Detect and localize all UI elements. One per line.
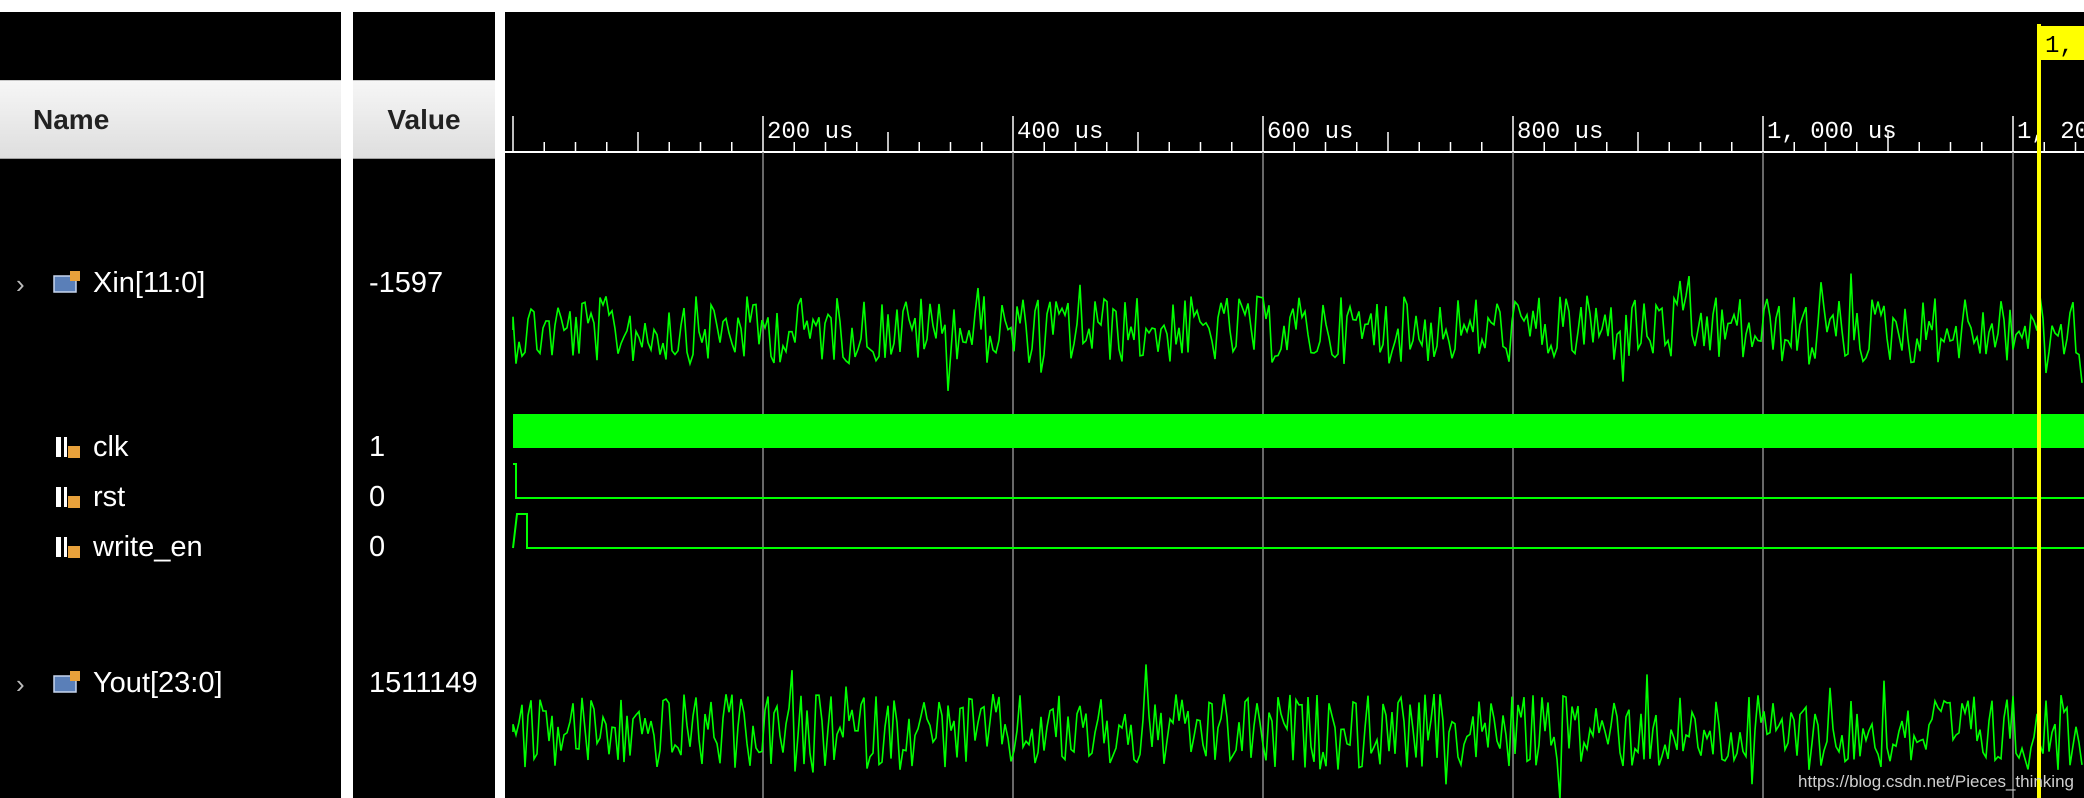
- expand-chevron-icon[interactable]: ›: [16, 266, 25, 302]
- waveform-xin[interactable]: [512, 273, 2083, 391]
- signal-value-rst: 0: [369, 481, 386, 513]
- cursor-label: 1,: [2045, 33, 2074, 60]
- time-label: 1, 200: [2017, 119, 2084, 146]
- signal-name-clk[interactable]: clk: [93, 429, 128, 465]
- watermark: https://blog.csdn.net/Pieces_thinking: [1798, 772, 2074, 791]
- top-strip: [0, 0, 2084, 12]
- signal-value-write-en: 0: [369, 531, 386, 563]
- signal-values-panel: Value -1597 1 0 0 1511149: [353, 12, 495, 798]
- signal-value-clk: 1: [369, 431, 386, 463]
- waveform-clk[interactable]: [513, 414, 2084, 448]
- time-label: 1, 000 us: [1767, 119, 1897, 146]
- bit-signal-icon: [56, 437, 80, 458]
- time-label: 800 us: [1517, 119, 1603, 146]
- signal-names-panel: Name › Xin[11:0] clk rst write_en › Yout…: [0, 12, 341, 798]
- waveform-rst[interactable]: [513, 463, 2084, 499]
- column-splitter[interactable]: [341, 12, 353, 798]
- signal-name-yout[interactable]: Yout[23:0]: [93, 665, 223, 701]
- value-column-header[interactable]: Value: [353, 80, 495, 159]
- signal-name-write-en[interactable]: write_en: [93, 529, 203, 565]
- bus-signal-icon: [53, 671, 80, 693]
- signal-value-yout: 1511149: [369, 667, 478, 699]
- waveform-write-en[interactable]: [512, 513, 2084, 549]
- signal-name-xin[interactable]: Xin[11:0]: [93, 265, 205, 301]
- time-label: 600 us: [1267, 119, 1353, 146]
- waveform-canvas[interactable]: 200 us 400 us 600 us 800 us 1, 000 us 1, 200 1…: [505, 12, 2084, 798]
- expand-chevron-icon[interactable]: ›: [16, 666, 25, 702]
- panel-splitter[interactable]: [495, 12, 505, 798]
- name-column-header[interactable]: Name: [0, 80, 341, 159]
- bit-signal-icon: [56, 537, 80, 558]
- bit-signal-icon: [56, 487, 80, 508]
- time-label: 400 us: [1017, 119, 1103, 146]
- bus-signal-icon: [53, 271, 80, 293]
- signal-value-xin: -1597: [369, 267, 444, 299]
- waveform-panel[interactable]: 200 us 400 us 600 us 800 us 1, 000 us 1, 200 1…: [505, 12, 2084, 798]
- time-label: 200 us: [767, 119, 853, 146]
- signal-name-rst[interactable]: rst: [93, 479, 125, 515]
